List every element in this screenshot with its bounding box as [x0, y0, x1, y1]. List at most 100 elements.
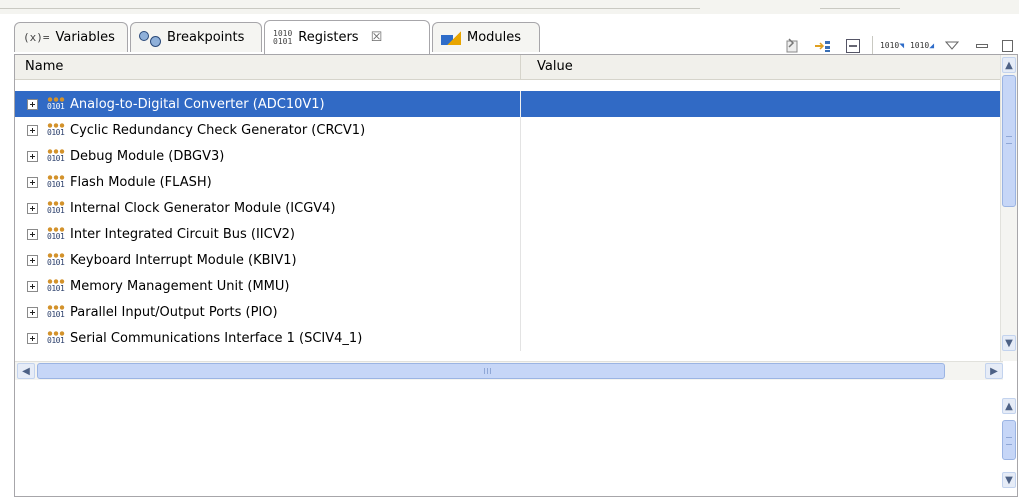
register-group-name: Memory Management Unit (MMU) — [70, 278, 290, 294]
value-cell[interactable] — [521, 143, 1003, 169]
table-header: Name Value — [15, 55, 1003, 80]
breakpoints-icon — [139, 29, 161, 47]
name-cell: 0101 Cyclic Redundancy Check Generator (… — [15, 117, 521, 143]
register-group-icon: 0101 — [47, 278, 65, 294]
table-row[interactable]: 0101 Inter Integrated Circuit Bus (IICV2… — [15, 221, 1003, 247]
table-horizontal-scrollbar[interactable]: ◀ ▶ — [15, 361, 1003, 380]
table-row[interactable]: 0101 Internal Clock Generator Module (IC… — [15, 195, 1003, 221]
register-group-icon: 0101 — [47, 200, 65, 216]
expand-icon[interactable] — [27, 332, 38, 344]
register-detail-pane: ▲ ▼ — [15, 380, 1017, 496]
scrollbar-grip — [1006, 136, 1012, 144]
value-cell[interactable] — [521, 195, 1003, 221]
register-group-name: Debug Module (DBGV3) — [70, 148, 225, 164]
registers-table: Name Value 0101 Analog-to-Digital Conver… — [15, 55, 1003, 361]
value-cell[interactable] — [521, 273, 1003, 299]
expand-icon[interactable] — [27, 228, 38, 240]
table-row[interactable]: 0101 Serial Communications Interface 1 (… — [15, 325, 1003, 351]
view-menu-icon[interactable] — [941, 36, 963, 56]
table-row[interactable]: 0101 Keyboard Interrupt Module (KBIV1) — [15, 247, 1003, 273]
column-header-name[interactable]: Name — [15, 55, 521, 79]
follow-icon[interactable] — [812, 36, 834, 56]
name-cell: 0101 Parallel Input/Output Ports (PIO) — [15, 299, 521, 325]
maximize-icon[interactable] — [1001, 36, 1013, 56]
scroll-left-icon[interactable]: ◀ — [17, 363, 35, 379]
value-cell[interactable] — [521, 221, 1003, 247]
register-group-name: Cyclic Redundancy Check Generator (CRCV1… — [70, 122, 366, 138]
close-tab-icon[interactable]: ☒ — [371, 30, 383, 45]
expand-icon[interactable] — [27, 254, 38, 266]
scrollbar-thumb[interactable] — [1002, 75, 1016, 207]
tab-label: Variables — [55, 30, 115, 45]
detail-vertical-scrollbar[interactable]: ▲ ▼ — [1001, 390, 1017, 496]
register-group-icon: 0101 — [47, 330, 65, 346]
table-row[interactable]: 0101 Cyclic Redundancy Check Generator (… — [15, 117, 1003, 143]
register-group-icon: 0101 — [47, 148, 65, 164]
name-cell: 0101 Flash Module (FLASH) — [15, 169, 521, 195]
minimize-icon[interactable] — [971, 36, 993, 56]
registers-icon: 1010 0101 — [273, 28, 293, 46]
expand-icon[interactable] — [27, 150, 38, 162]
table-row[interactable]: 0101 Memory Management Unit (MMU) — [15, 273, 1003, 299]
tab-label: Modules — [467, 30, 522, 45]
register-group-name: Internal Clock Generator Module (ICGV4) — [70, 200, 336, 216]
binary-format-icon[interactable]: 1010 ◢ — [910, 36, 934, 56]
value-cell[interactable] — [521, 169, 1003, 195]
register-group-name: Serial Communications Interface 1 (SCIV4… — [70, 330, 363, 346]
table-vertical-scrollbar[interactable]: ▲ ▼ — [1000, 55, 1017, 361]
expand-icon[interactable] — [27, 306, 38, 318]
scrollbar-thumb[interactable] — [1002, 420, 1016, 460]
register-group-icon: 0101 — [47, 226, 65, 242]
modules-icon — [441, 30, 461, 45]
register-rows: 0101 Analog-to-Digital Converter (ADC10V… — [15, 91, 1003, 351]
binary-format-down-icon[interactable]: 1010 ◥ — [880, 36, 904, 56]
value-cell[interactable] — [521, 117, 1003, 143]
name-cell: 0101 Serial Communications Interface 1 (… — [15, 325, 521, 351]
register-group-icon: 0101 — [47, 252, 65, 268]
expand-icon[interactable] — [27, 124, 38, 136]
view-tab-bar: (x)= Variables Breakpoints 1010 0101 Regi… — [0, 14, 1019, 56]
registers-view: Name Value 0101 Analog-to-Digital Conver… — [14, 54, 1018, 497]
tab-label: Breakpoints — [167, 30, 245, 45]
name-cell: 0101 Keyboard Interrupt Module (KBIV1) — [15, 247, 521, 273]
value-cell[interactable] — [521, 299, 1003, 325]
toolbar-separator — [872, 36, 873, 56]
expand-icon[interactable] — [27, 176, 38, 188]
scroll-down-icon[interactable]: ▼ — [1002, 472, 1016, 488]
table-row[interactable]: 0101 Debug Module (DBGV3) — [15, 143, 1003, 169]
table-row[interactable]: 0101 Flash Module (FLASH) — [15, 169, 1003, 195]
value-cell[interactable] — [521, 325, 1003, 351]
collapse-all-icon[interactable] — [842, 36, 864, 56]
tab-label: Registers — [298, 30, 359, 45]
register-group-name: Keyboard Interrupt Module (KBIV1) — [70, 252, 297, 268]
scroll-right-icon[interactable]: ▶ — [985, 363, 1003, 379]
scroll-up-icon[interactable]: ▲ — [1002, 57, 1016, 73]
expand-icon[interactable] — [27, 202, 38, 214]
table-row[interactable]: 0101 Parallel Input/Output Ports (PIO) — [15, 299, 1003, 325]
scroll-up-icon[interactable]: ▲ — [1002, 398, 1016, 414]
scrollbar-thumb[interactable] — [37, 363, 945, 379]
register-group-icon: 0101 — [47, 174, 65, 190]
expand-icon[interactable] — [27, 98, 38, 110]
register-group-name: Parallel Input/Output Ports (PIO) — [70, 304, 278, 320]
value-cell[interactable] — [521, 91, 1003, 117]
column-header-value[interactable]: Value — [521, 55, 1003, 79]
register-group-icon: 0101 — [47, 96, 65, 112]
value-cell[interactable] — [521, 247, 1003, 273]
window-top-strip — [0, 0, 1019, 14]
tab-variables[interactable]: (x)= Variables — [14, 22, 128, 52]
register-group-icon: 0101 — [47, 304, 65, 320]
load-register-icon[interactable] — [782, 36, 804, 56]
tab-modules[interactable]: Modules — [432, 22, 540, 52]
register-group-name: Flash Module (FLASH) — [70, 174, 212, 190]
scrollbar-grip — [1006, 437, 1012, 445]
table-row[interactable]: 0101 Analog-to-Digital Converter (ADC10V… — [15, 91, 1003, 117]
tab-breakpoints[interactable]: Breakpoints — [130, 22, 262, 52]
expand-icon[interactable] — [27, 280, 38, 292]
name-cell: 0101 Inter Integrated Circuit Bus (IICV2… — [15, 221, 521, 247]
scroll-down-icon[interactable]: ▼ — [1002, 335, 1016, 351]
register-group-name: Analog-to-Digital Converter (ADC10V1) — [70, 96, 325, 112]
tab-registers[interactable]: 1010 0101 Registers ☒ — [264, 20, 430, 54]
register-group-icon: 0101 — [47, 122, 65, 138]
variables-icon: (x)= — [23, 31, 50, 44]
